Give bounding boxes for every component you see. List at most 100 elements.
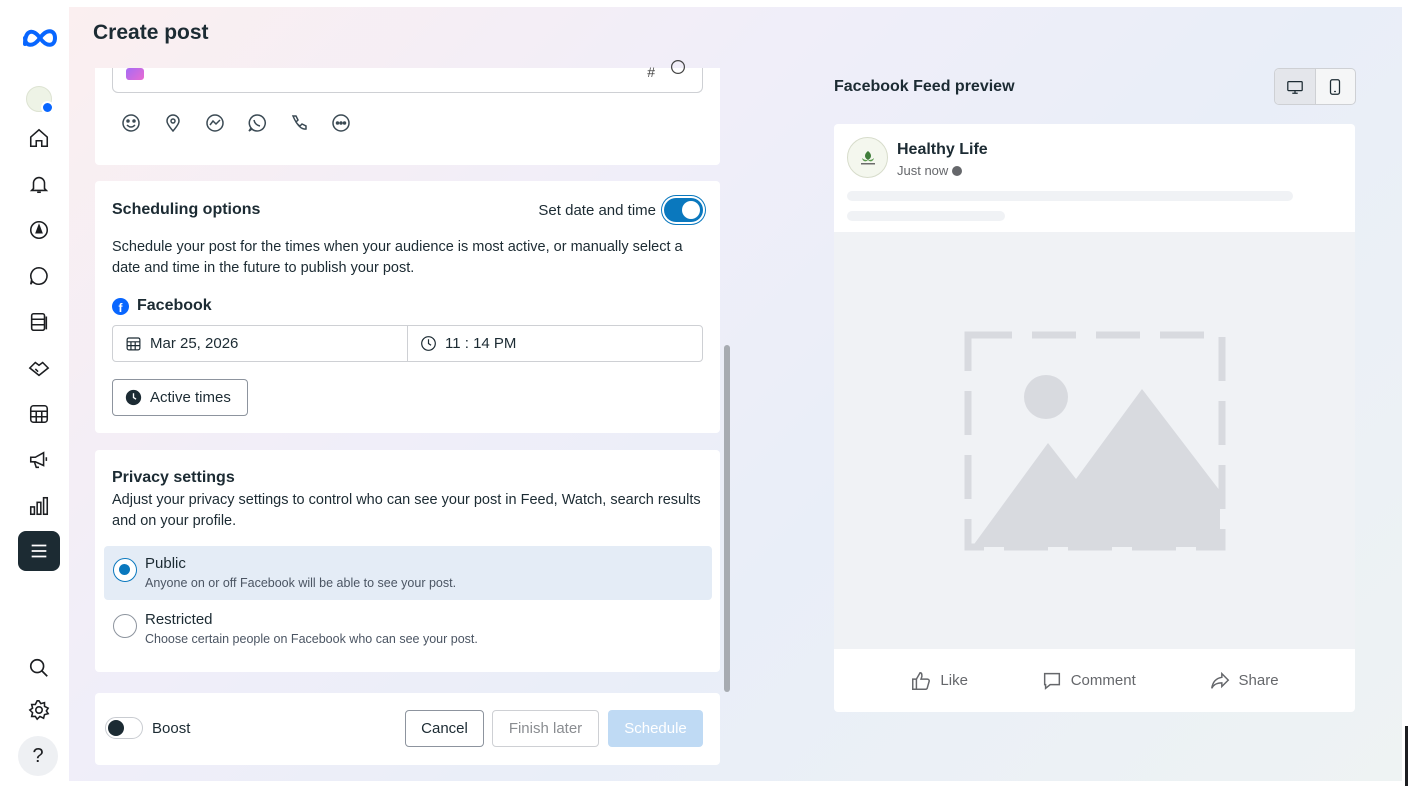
post-text-input[interactable]: # — [112, 60, 703, 93]
privacy-card: Privacy settings Adjust your privacy set… — [95, 450, 720, 672]
scheduling-title: Scheduling options — [112, 201, 261, 218]
left-panel-scrollbar[interactable] — [724, 345, 730, 692]
date-field[interactable]: Mar 25, 2026 — [113, 326, 407, 361]
sidebar-item-settings[interactable] — [18, 690, 60, 730]
share-arrow-icon — [1210, 671, 1229, 689]
preview-title: Facebook Feed preview — [834, 78, 1015, 95]
option-subtitle: Choose certain people on Facebook who ca… — [145, 632, 478, 646]
preview-timestamp: Just now — [897, 163, 963, 178]
option-title: Public — [145, 555, 186, 572]
preview-page-name: Healthy Life — [897, 141, 988, 158]
option-subtitle: Anyone on or off Facebook will be able t… — [145, 576, 457, 590]
handshake-icon — [28, 361, 50, 377]
mobile-preview-button[interactable] — [1314, 69, 1356, 104]
whatsapp-icon[interactable] — [247, 113, 267, 133]
megaphone-icon — [29, 451, 48, 469]
image-placeholder-icon — [964, 331, 1226, 551]
leaf-logo-icon — [861, 151, 875, 165]
sidebar-item-all-tools[interactable] — [18, 531, 60, 571]
set-date-time-toggle[interactable] — [664, 198, 703, 222]
search-icon — [29, 658, 48, 677]
sidebar-item-insights[interactable] — [18, 486, 60, 526]
chat-bubble-icon — [29, 266, 48, 286]
sidebar-item-calendar-table[interactable] — [18, 394, 60, 434]
sidebar-item-notifications[interactable] — [18, 164, 60, 204]
meta-logo-icon[interactable] — [21, 24, 59, 52]
preview-actions: Like Comment Share — [834, 649, 1355, 712]
sidebar-item-ads[interactable] — [18, 440, 60, 480]
cancel-button[interactable]: Cancel — [405, 710, 484, 747]
main-area: Create post # Scheduling options Set dat… — [69, 7, 1402, 781]
time-field[interactable]: 11 : 14 PM — [407, 326, 702, 361]
bell-icon — [29, 176, 49, 194]
composer-card: # — [95, 60, 720, 165]
platform-facebook: f Facebook — [112, 297, 212, 315]
radio-restricted[interactable] — [113, 614, 137, 638]
radio-public[interactable] — [113, 558, 137, 582]
compass-icon — [29, 220, 49, 240]
device-toggle — [1274, 68, 1356, 105]
page-avatar[interactable] — [26, 86, 54, 114]
gear-icon — [28, 700, 50, 721]
text-placeholder-line — [847, 191, 1293, 201]
comment-icon — [1043, 672, 1060, 690]
mobile-phone-icon — [1330, 78, 1341, 95]
emoji-icon[interactable] — [670, 59, 686, 75]
comment-action: Comment — [1041, 670, 1136, 692]
desktop-icon — [1286, 80, 1303, 94]
menu-hamburger-icon — [31, 544, 47, 558]
boost-toggle[interactable] — [105, 717, 143, 739]
hashtag-icon[interactable]: # — [647, 64, 655, 80]
help-button[interactable]: ? — [18, 736, 58, 776]
sidebar-item-search[interactable] — [18, 648, 60, 688]
clock-filled-icon — [125, 389, 142, 406]
location-pin-icon[interactable] — [163, 113, 183, 133]
image-placeholder — [834, 232, 1355, 649]
ai-assist-icon[interactable] — [126, 68, 144, 80]
page-title: Create post — [93, 21, 209, 44]
thumbs-up-icon — [912, 671, 931, 690]
privacy-description: Adjust your privacy settings to control … — [112, 492, 701, 529]
set-date-time-label: Set date and time — [538, 202, 656, 219]
date-value: Mar 25, 2026 — [150, 335, 239, 352]
privacy-option-restricted[interactable]: Restricted Choose certain people on Face… — [104, 602, 712, 656]
preview-page-avatar — [847, 137, 888, 178]
sidebar-item-planner[interactable] — [18, 210, 60, 250]
sidebar-item-partnerships[interactable] — [18, 348, 60, 388]
option-title: Restricted — [145, 611, 213, 628]
help-icon: ? — [32, 744, 44, 767]
home-icon — [29, 128, 49, 148]
privacy-option-public[interactable]: Public Anyone on or off Facebook will be… — [104, 546, 712, 600]
scheduling-description: Schedule your post for the times when yo… — [112, 239, 683, 276]
phone-icon[interactable] — [289, 113, 309, 133]
platform-label: Facebook — [137, 297, 212, 314]
sidebar: ? — [0, 0, 69, 790]
sidebar-item-home[interactable] — [18, 118, 60, 158]
finish-later-button[interactable]: Finish later — [492, 710, 599, 747]
calendar-icon — [126, 337, 141, 351]
privacy-title: Privacy settings — [112, 469, 235, 486]
like-action: Like — [910, 670, 968, 692]
facebook-badge-icon — [41, 101, 54, 114]
bar-chart-icon — [29, 496, 49, 516]
sidebar-item-content[interactable] — [18, 302, 60, 342]
content-library-icon — [30, 312, 48, 332]
schedule-button[interactable]: Schedule — [608, 710, 703, 747]
window-edge — [1405, 726, 1408, 786]
active-times-label: Active times — [150, 389, 231, 406]
scheduling-card: Scheduling options Set date and time Sch… — [95, 181, 720, 433]
feeling-emoji-icon[interactable] — [121, 113, 141, 133]
composer-tools — [121, 113, 351, 133]
boost-label: Boost — [152, 720, 191, 737]
messenger-icon[interactable] — [205, 113, 225, 133]
desktop-preview-button[interactable] — [1275, 69, 1315, 104]
globe-icon — [952, 165, 963, 176]
table-grid-icon — [29, 404, 49, 424]
more-options-icon[interactable] — [331, 113, 351, 133]
clock-icon — [421, 336, 436, 351]
share-action: Share — [1209, 670, 1279, 692]
sidebar-item-inbox[interactable] — [18, 256, 60, 296]
active-times-button[interactable]: Active times — [112, 379, 248, 416]
facebook-icon: f — [112, 297, 129, 315]
date-time-picker: Mar 25, 2026 11 : 14 PM — [112, 325, 703, 362]
